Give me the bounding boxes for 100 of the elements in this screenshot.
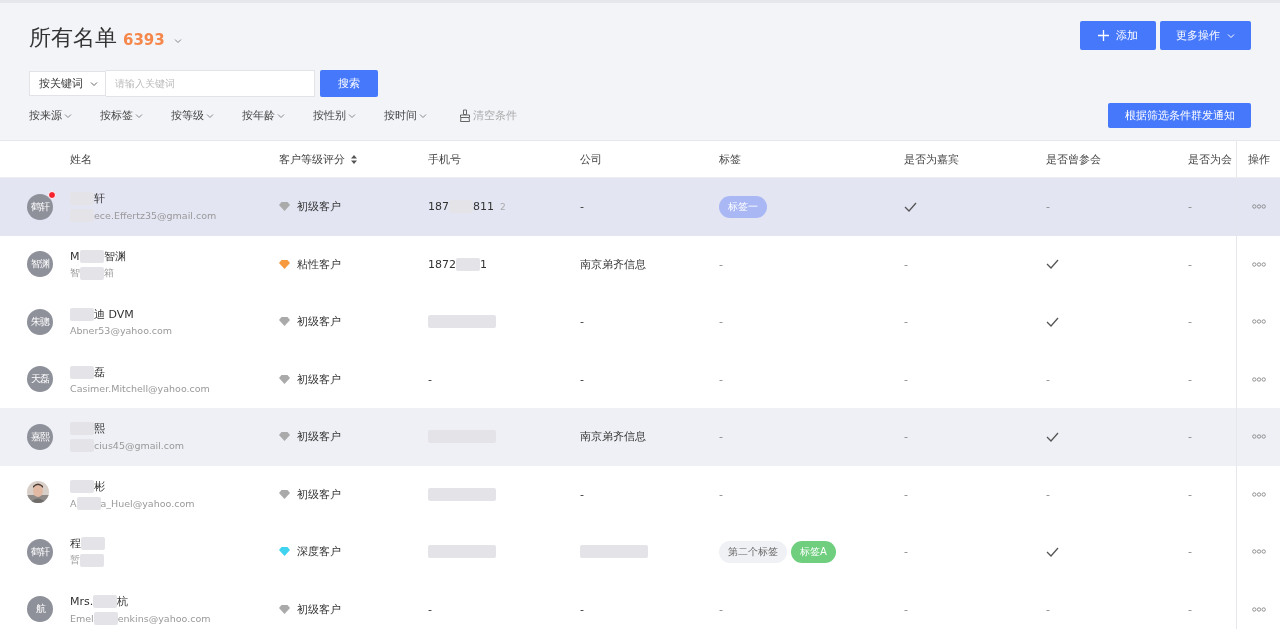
contact-email: ece.Effertz35@gmail.com (94, 210, 217, 222)
diamond-icon (279, 317, 290, 327)
redacted-blur (456, 257, 480, 271)
add-button[interactable]: 添加 (1080, 21, 1156, 50)
filter-dropdown[interactable]: 按来源 (29, 108, 100, 123)
column-header: 标签 (719, 151, 741, 167)
company-name: - (580, 602, 584, 616)
contact-name: 轩 (94, 191, 105, 207)
column-header: 是否曾参会 (1046, 151, 1101, 167)
redacted-blur (428, 315, 496, 329)
filter-dropdown[interactable]: 按性别 (313, 108, 384, 123)
search-field[interactable]: 请输入关键词 (106, 70, 315, 97)
empty-value: - (719, 315, 723, 329)
table-row[interactable]: 朱骢 迪 DVM Abner53@yahoo.com 初级客户 - - - - (0, 293, 1280, 351)
customer-level: 初级客户 (297, 199, 341, 215)
contact-name: 智渊 (103, 248, 126, 264)
caret-icon (1227, 32, 1235, 39)
filter-dropdown[interactable]: 按标签 (100, 108, 171, 123)
plus-icon (1098, 30, 1109, 41)
bulk-notify-button[interactable]: 根据筛选条件群发通知 (1108, 103, 1251, 128)
table-row[interactable]: 彬 A a_Huel@yahoo.com 初级客户 - - - - - (0, 465, 1280, 523)
avatar: 智渊 (27, 251, 53, 278)
table-row[interactable]: 智渊 M 智渊 智 箱 粘性客户 1872 1 南京弟齐信息 - - - (0, 235, 1280, 293)
caret-icon (206, 112, 214, 119)
customer-level: 初级客户 (297, 371, 341, 387)
avatar: 航 (27, 596, 53, 623)
contact-email: a_Huel@yahoo.com (100, 497, 195, 509)
empty-value: - (1046, 602, 1050, 616)
contact-email: 智 (70, 266, 80, 280)
diamond-icon (279, 259, 290, 269)
empty-value: - (904, 372, 908, 386)
phone-number: 187 (428, 200, 449, 214)
caret-icon (277, 112, 285, 119)
empty-value: - (1046, 200, 1050, 214)
company-name: - (580, 372, 584, 386)
more-icon[interactable] (1251, 549, 1266, 555)
redacted-blur (70, 479, 94, 493)
more-icon[interactable] (1251, 491, 1266, 497)
avatar: 天磊 (27, 366, 53, 393)
column-header: 操作 (1247, 151, 1270, 167)
search-button[interactable]: 搜索 (320, 70, 378, 97)
filter-dropdown[interactable]: 按时间 (384, 108, 455, 123)
caret-icon (135, 112, 143, 119)
diamond-icon (279, 604, 290, 614)
more-icon[interactable] (1251, 261, 1266, 267)
empty-value: - (1188, 602, 1192, 616)
page-title: 所有名单 (29, 24, 117, 52)
filter-dropdown[interactable]: 按年龄 (242, 108, 313, 123)
avatar: 朱骢 (27, 308, 53, 335)
filter-dropdown[interactable]: 按等级 (171, 108, 242, 123)
search-mode-select[interactable]: 按关键词 (29, 71, 106, 96)
more-icon[interactable] (1251, 319, 1266, 325)
avatar: 鹤轩 (27, 193, 53, 220)
table-row[interactable]: 航 Mrs. 杭 Emel enkins@yahoo.com 初级客户 - - - - - - (0, 580, 1280, 629)
redacted-blur (428, 487, 496, 501)
more-icon[interactable] (1251, 204, 1266, 210)
diamond-icon (279, 202, 290, 212)
diamond-icon (279, 432, 290, 442)
empty-value: - (1046, 487, 1050, 501)
empty-value: - (1188, 257, 1192, 271)
column-header: 是否为会 (1188, 151, 1232, 167)
phone-number: - (428, 602, 432, 616)
more-icon[interactable] (1251, 606, 1266, 612)
customer-level: 初级客户 (297, 429, 341, 445)
more-icon[interactable] (1251, 376, 1266, 382)
column-header: 是否为嘉宾 (904, 151, 959, 167)
avatar: 嘉熙 (27, 423, 53, 450)
empty-value: - (1188, 545, 1192, 559)
phone-number: 811 (473, 200, 494, 214)
column-header: 姓名 (70, 151, 92, 167)
phone-number: 1872 (428, 257, 456, 271)
more-icon[interactable] (1251, 434, 1266, 440)
redacted-blur (428, 545, 496, 559)
sort-icon (351, 154, 357, 164)
diamond-icon (279, 547, 290, 557)
contact-email: 箱 (104, 266, 114, 280)
column-header[interactable]: 客户等级评分 (279, 151, 345, 167)
redacted-blur (580, 545, 648, 559)
empty-value: - (719, 257, 723, 271)
empty-value: - (719, 487, 723, 501)
customer-level: 初级客户 (297, 601, 341, 617)
more-actions-button[interactable]: 更多操作 (1160, 21, 1251, 50)
contact-name: 迪 DVM (94, 307, 134, 323)
table-row[interactable]: 鹤轩 程 暂 深度客户 第二个标签 标签A - - (0, 523, 1280, 581)
contact-email: cius45@gmail.com (94, 440, 185, 452)
redacted-blur (93, 594, 118, 608)
caret-icon (419, 112, 427, 119)
contact-email: Casimer.Mitchell@yahoo.com (70, 382, 210, 394)
contact-email: 暂 (70, 554, 80, 568)
empty-value: - (1188, 487, 1192, 501)
empty-value: - (1188, 372, 1192, 386)
company-name: 南京弟齐信息 (580, 256, 646, 272)
contact-name: Mrs. (70, 594, 94, 608)
customer-level: 初级客户 (297, 314, 341, 330)
table-row[interactable]: 嘉熙 熙 cius45@gmail.com 初级客户 南京弟齐信息 - - - (0, 408, 1280, 466)
phone-number: - (428, 372, 432, 386)
tag: 第二个标签 (719, 540, 787, 563)
customer-level: 深度客户 (297, 544, 341, 560)
empty-value: - (904, 430, 908, 444)
avatar: 鹤轩 (27, 538, 53, 565)
